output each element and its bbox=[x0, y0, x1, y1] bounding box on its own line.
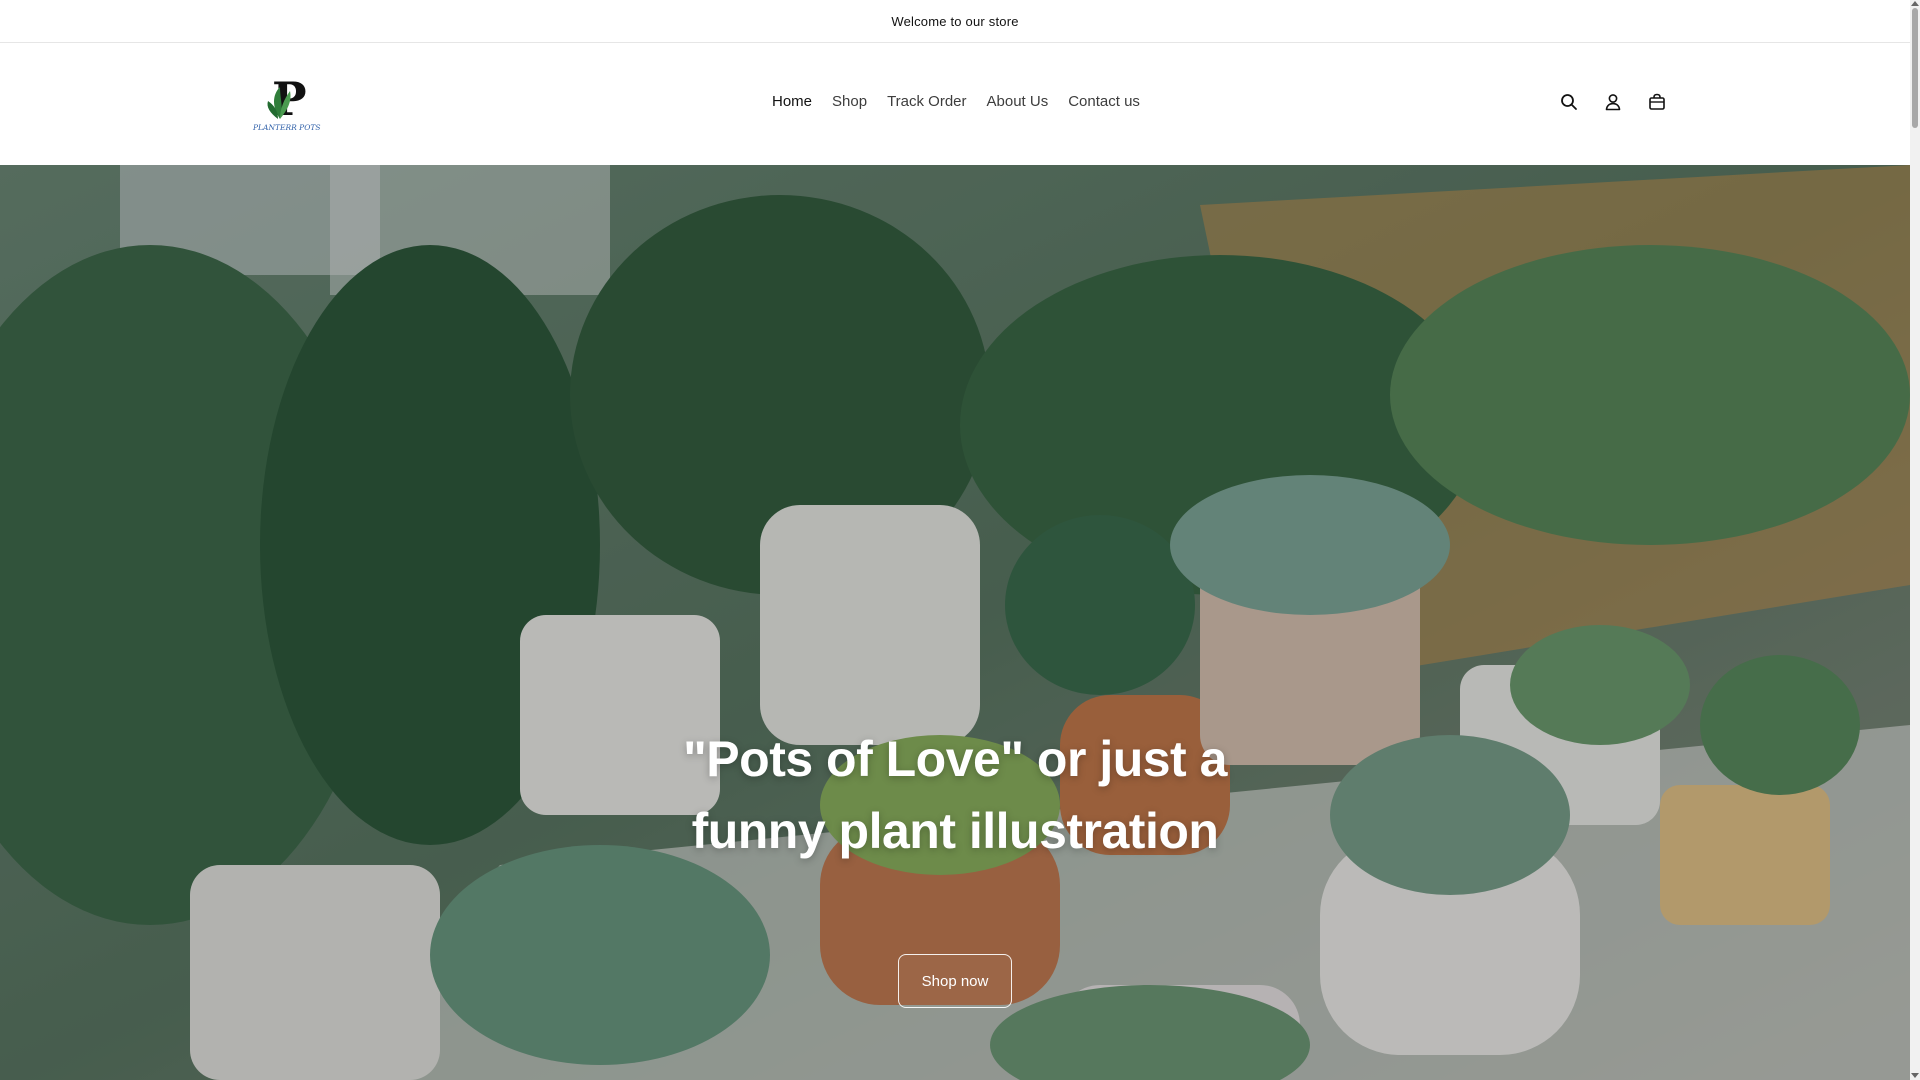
header-icons bbox=[1556, 89, 1670, 115]
hero-overlay bbox=[0, 165, 1910, 1080]
nav-item-about-us[interactable]: About Us bbox=[977, 87, 1059, 117]
account-icon bbox=[1605, 94, 1621, 111]
nav-item-contact-us[interactable]: Contact us bbox=[1058, 87, 1150, 117]
main-nav: Home Shop Track Order About Us Contact u… bbox=[762, 87, 1150, 117]
cart-icon bbox=[1649, 93, 1665, 110]
store-logo[interactable]: P PLANTERR POTS bbox=[250, 72, 326, 133]
search-icon bbox=[1561, 94, 1577, 110]
logo-subtext: PLANTERR POTS bbox=[252, 123, 321, 132]
page: Welcome to our store P PLANTERR POTS Hom… bbox=[0, 0, 1910, 1080]
nav-item-shop[interactable]: Shop bbox=[822, 87, 877, 117]
nav-item-home[interactable]: Home bbox=[762, 87, 822, 117]
account-button[interactable] bbox=[1600, 89, 1626, 115]
announcement-text: Welcome to our store bbox=[891, 13, 1019, 29]
scrollbar-thumb[interactable] bbox=[1912, 8, 1918, 128]
search-button[interactable] bbox=[1556, 89, 1582, 115]
site-header: P PLANTERR POTS Home Shop Track Order Ab… bbox=[0, 43, 1910, 165]
logo-image: P PLANTERR POTS bbox=[252, 72, 321, 132]
hero-banner: "Pots of Love" or just a funny plant ill… bbox=[0, 165, 1910, 1080]
page-scrollbar[interactable] bbox=[1910, 0, 1920, 1080]
scroll-up-arrow-icon[interactable] bbox=[1911, 1, 1919, 6]
hero-heading: "Pots of Love" or just a funny plant ill… bbox=[683, 731, 1227, 859]
shop-now-button[interactable]: Shop now bbox=[898, 954, 1012, 1008]
scroll-down-arrow-icon[interactable] bbox=[1911, 1073, 1919, 1078]
announcement-bar: Welcome to our store bbox=[0, 0, 1910, 43]
cart-button[interactable] bbox=[1644, 89, 1670, 115]
nav-item-track-order[interactable]: Track Order bbox=[877, 87, 976, 117]
